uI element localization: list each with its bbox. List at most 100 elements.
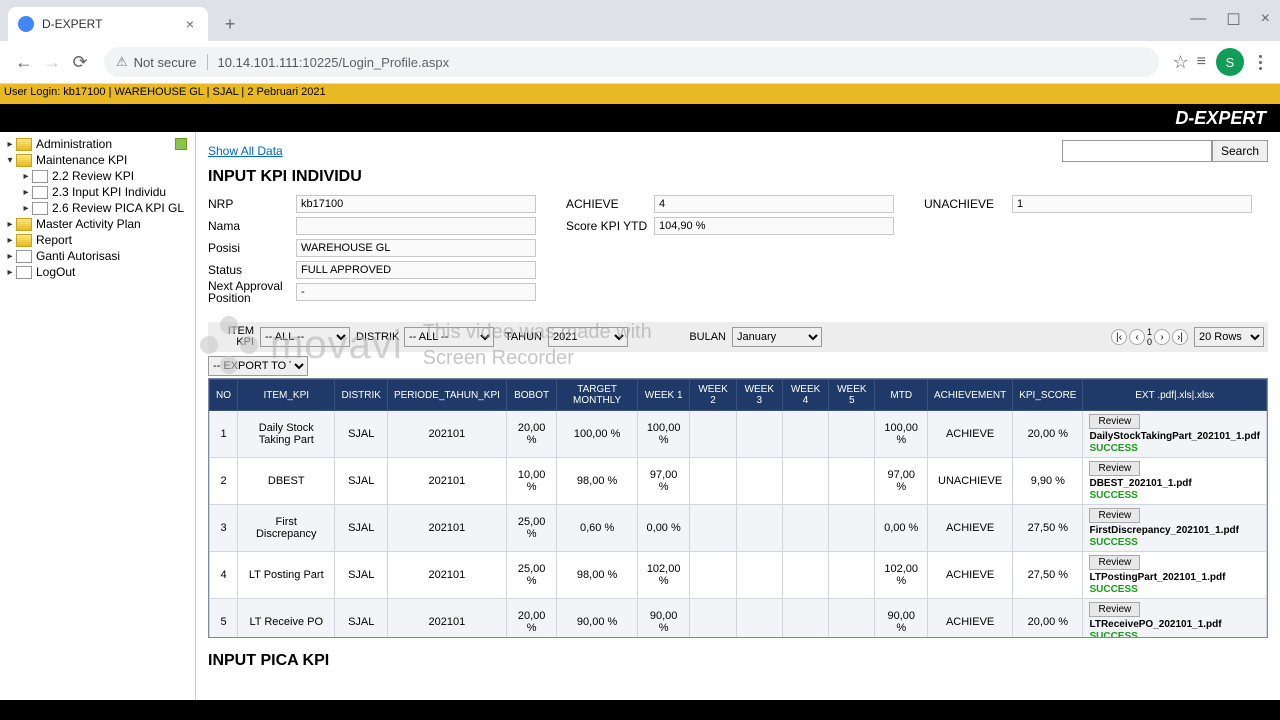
review-button[interactable]: Review	[1089, 414, 1140, 429]
file-link[interactable]: DailyStockTakingPart_202101_1.pdf	[1089, 431, 1260, 442]
grid-header-cell[interactable]: EXT .pdf|.xls|.xlsx	[1083, 380, 1267, 411]
sidebar-item-maintenance-kpi[interactable]: ▾ Maintenance KPI	[2, 152, 193, 168]
prev-page-icon[interactable]: ‹	[1129, 329, 1145, 345]
table-cell: 20,00 %	[506, 599, 556, 639]
kpi-grid[interactable]: NOITEM_KPIDISTRIKPERIODE_TAHUN_KPIBOBOTT…	[208, 378, 1268, 638]
grid-header-cell[interactable]: WEEK 1	[637, 380, 690, 411]
collapse-icon[interactable]: ▾	[4, 155, 16, 166]
rows-select[interactable]: 20 Rows	[1194, 327, 1264, 347]
doc-icon	[32, 170, 48, 183]
table-cell: 20,00 %	[1013, 411, 1083, 458]
sidebar-item-ganti-autorisasi[interactable]: ▸ Ganti Autorisasi	[2, 248, 193, 264]
reading-list-icon[interactable]: ≡	[1197, 53, 1206, 71]
grid-header-cell[interactable]: ACHIEVEMENT	[927, 380, 1012, 411]
back-button[interactable]: ←	[10, 48, 38, 76]
section-title: INPUT KPI INDIVIDU	[208, 168, 1268, 186]
expand-icon[interactable]: ▸	[4, 267, 16, 278]
search-button[interactable]: Search	[1212, 140, 1268, 162]
review-button[interactable]: Review	[1089, 508, 1140, 523]
posisi-field[interactable]	[296, 239, 536, 257]
file-link[interactable]: LTPostingPart_202101_1.pdf	[1089, 572, 1260, 583]
unachieve-field[interactable]	[1012, 195, 1252, 213]
show-all-data-link[interactable]: Show All Data	[208, 144, 283, 158]
grid-header-cell[interactable]: NO	[210, 380, 238, 411]
review-button[interactable]: Review	[1089, 555, 1140, 570]
expand-icon[interactable]: ▸	[4, 139, 16, 150]
next-approval-field[interactable]	[296, 283, 536, 301]
sidebar-item-review-pica-kpi-gl[interactable]: ▸ 2.6 Review PICA KPI GL	[2, 200, 193, 216]
last-page-icon[interactable]: ›|	[1172, 329, 1188, 345]
sidebar-item-review-kpi[interactable]: ▸ 2.2 Review KPI	[2, 168, 193, 184]
doc-icon	[32, 186, 48, 199]
grid-header-cell[interactable]: WEEK 3	[736, 380, 782, 411]
table-cell: 202101	[387, 599, 506, 639]
review-button[interactable]: Review	[1089, 461, 1140, 476]
sidebar-item-report[interactable]: ▸ Report	[2, 232, 193, 248]
distrik-select[interactable]: -- ALL --	[404, 327, 494, 347]
expand-icon[interactable]: ▸	[4, 219, 16, 230]
sidebar-item-master-activity-plan[interactable]: ▸ Master Activity Plan	[2, 216, 193, 232]
kebab-menu-icon[interactable]	[1250, 55, 1270, 70]
status-field[interactable]	[296, 261, 536, 279]
file-link[interactable]: DBEST_202101_1.pdf	[1089, 478, 1260, 489]
close-window-icon[interactable]: ×	[1261, 10, 1270, 30]
grid-header-cell[interactable]: DISTRIK	[335, 380, 387, 411]
sidebar-item-input-kpi-individu[interactable]: ▸ 2.3 Input KPI Individu	[2, 184, 193, 200]
bulan-select[interactable]: January	[732, 327, 822, 347]
window-controls: — ☐ ×	[1190, 10, 1270, 30]
grid-header-cell[interactable]: KPI_SCORE	[1013, 380, 1083, 411]
grid-header-cell[interactable]: PERIODE_TAHUN_KPI	[387, 380, 506, 411]
close-icon[interactable]: ×	[182, 16, 198, 32]
next-page-icon[interactable]: ›	[1154, 329, 1170, 345]
doc-icon	[32, 202, 48, 215]
table-row: 2DBESTSJAL20210110,00 %98,00 %97,00 %97,…	[210, 458, 1267, 505]
table-cell: 98,00 %	[557, 458, 638, 505]
table-cell: 90,00 %	[557, 599, 638, 639]
upload-status: SUCCESS	[1089, 537, 1137, 548]
table-cell: 202101	[387, 458, 506, 505]
grid-header-cell[interactable]: WEEK 2	[690, 380, 736, 411]
grid-header-cell[interactable]: WEEK 4	[782, 380, 828, 411]
export-select[interactable]: -- EXPORT TO T --	[208, 356, 308, 376]
item-kpi-select[interactable]: -- ALL --	[260, 327, 350, 347]
posisi-label: Posisi	[208, 241, 296, 255]
nrp-field[interactable]	[296, 195, 536, 213]
first-page-icon[interactable]: |‹	[1111, 329, 1127, 345]
grid-header-cell[interactable]: WEEK 5	[829, 380, 875, 411]
main-panel: Show All Data Search INPUT KPI INDIVIDU …	[196, 132, 1280, 700]
bulan-label: BULAN	[684, 332, 726, 343]
achieve-field[interactable]	[654, 195, 894, 213]
score-field[interactable]	[654, 217, 894, 235]
expand-icon[interactable]: ▸	[4, 235, 16, 246]
table-cell: 2	[210, 458, 238, 505]
grid-header-cell[interactable]: MTD	[875, 380, 928, 411]
upload-status: SUCCESS	[1089, 490, 1137, 501]
tahun-select[interactable]: 2021	[548, 327, 628, 347]
achieve-label: ACHIEVE	[566, 197, 654, 211]
url-field[interactable]: Not secure 10.14.101.111 :10225 /Login_P…	[104, 47, 1159, 77]
grid-header-cell[interactable]: ITEM_KPI	[238, 380, 335, 411]
sidebar-item-logout[interactable]: ▸ LogOut	[2, 264, 193, 280]
grid-header-cell[interactable]: BOBOT	[506, 380, 556, 411]
bookmark-icon[interactable]: ☆	[1173, 52, 1189, 73]
minimize-icon[interactable]: —	[1190, 10, 1206, 30]
nama-field[interactable]	[296, 217, 536, 235]
table-cell: 202101	[387, 505, 506, 552]
maximize-icon[interactable]: ☐	[1226, 10, 1240, 30]
expand-icon[interactable]: ▸	[4, 251, 16, 262]
file-link[interactable]: FirstDiscrepancy_202101_1.pdf	[1089, 525, 1260, 536]
table-cell	[736, 411, 782, 458]
table-cell: LT Receive PO	[238, 599, 335, 639]
browser-tab[interactable]: D-EXPERT ×	[8, 7, 208, 41]
sidebar-item-administration[interactable]: ▸ Administration	[2, 136, 193, 152]
new-tab-button[interactable]: +	[216, 10, 244, 38]
grid-header-cell[interactable]: TARGET MONTHLY	[557, 380, 638, 411]
search-input[interactable]	[1062, 140, 1212, 162]
file-link[interactable]: LTReceivePO_202101_1.pdf	[1089, 619, 1260, 630]
review-button[interactable]: Review	[1089, 602, 1140, 617]
forward-button[interactable]: →	[38, 48, 66, 76]
profile-avatar[interactable]: S	[1216, 48, 1244, 76]
doc-icon	[16, 266, 32, 279]
reload-button[interactable]: ⟳	[66, 48, 94, 76]
table-cell: 0,60 %	[557, 505, 638, 552]
